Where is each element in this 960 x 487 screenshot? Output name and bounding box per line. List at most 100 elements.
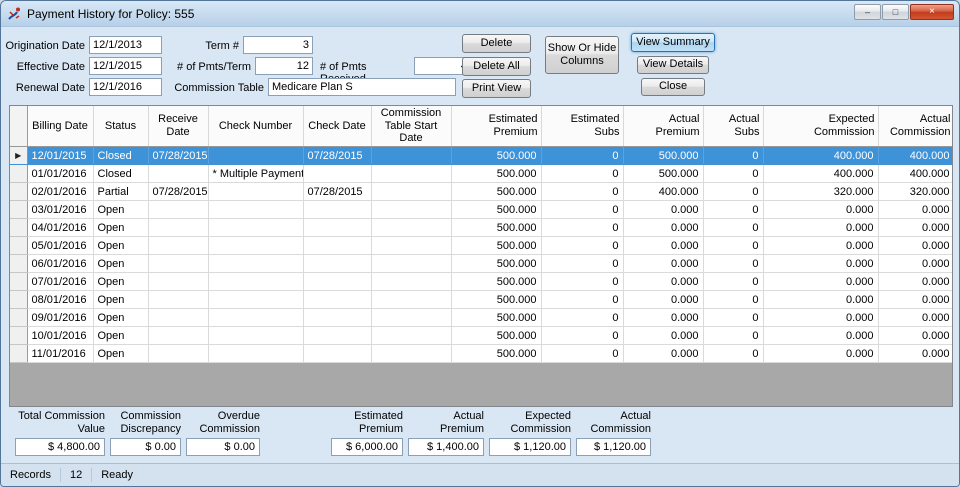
grid-cell[interactable]: [208, 219, 303, 237]
summary-value[interactable]: [408, 438, 484, 456]
grid-cell[interactable]: [208, 237, 303, 255]
grid-cell[interactable]: 09/01/2016: [27, 309, 93, 327]
grid-row[interactable]: 02/01/2016Partial07/28/201507/28/2015500…: [10, 183, 953, 201]
grid-cell[interactable]: [303, 255, 371, 273]
grid-cell[interactable]: [208, 291, 303, 309]
grid-cell[interactable]: 02/01/2016: [27, 183, 93, 201]
summary-value[interactable]: [576, 438, 651, 456]
grid-cell[interactable]: [148, 291, 208, 309]
grid-cell[interactable]: 0.000: [623, 219, 703, 237]
grid-cell[interactable]: 0.000: [763, 273, 878, 291]
grid-cell[interactable]: Open: [93, 345, 148, 363]
grid-cell[interactable]: 400.000: [878, 165, 953, 183]
grid-cell[interactable]: 320.000: [763, 183, 878, 201]
grid-cell[interactable]: [371, 183, 451, 201]
grid-cell[interactable]: 0.000: [623, 255, 703, 273]
grid-cell[interactable]: Open: [93, 327, 148, 345]
grid-cell[interactable]: [148, 327, 208, 345]
grid-column-header[interactable]: Billing Date: [27, 106, 93, 147]
grid-cell[interactable]: 03/01/2016: [27, 201, 93, 219]
grid-cell[interactable]: 12/01/2015: [27, 147, 93, 165]
grid-cell[interactable]: 07/28/2015: [148, 183, 208, 201]
grid-cell[interactable]: 10/01/2016: [27, 327, 93, 345]
grid-cell[interactable]: 0: [703, 219, 763, 237]
grid-cell[interactable]: 500.000: [451, 183, 541, 201]
grid-cell[interactable]: [303, 345, 371, 363]
grid-cell[interactable]: Open: [93, 255, 148, 273]
grid-cell[interactable]: Open: [93, 201, 148, 219]
grid-cell[interactable]: 11/01/2016: [27, 345, 93, 363]
grid-cell[interactable]: 0.000: [623, 327, 703, 345]
grid-cell[interactable]: 500.000: [451, 201, 541, 219]
close-icon[interactable]: ×: [910, 4, 954, 20]
grid-row[interactable]: 04/01/2016Open500.00000.00000.0000.000: [10, 219, 953, 237]
grid-cell[interactable]: 500.000: [451, 327, 541, 345]
grid-cell[interactable]: 0: [541, 291, 623, 309]
grid-row[interactable]: 08/01/2016Open500.00000.00000.0000.000: [10, 291, 953, 309]
grid-column-header[interactable]: Commission Table Start Date: [371, 106, 451, 147]
grid-cell[interactable]: 500.000: [451, 273, 541, 291]
grid-cell[interactable]: 0: [703, 183, 763, 201]
grid-cell[interactable]: 0: [541, 309, 623, 327]
grid-cell[interactable]: 0: [541, 273, 623, 291]
grid-cell[interactable]: 500.000: [451, 165, 541, 183]
grid-cell[interactable]: 0: [541, 255, 623, 273]
grid-column-header[interactable]: Estimated Subs: [541, 106, 623, 147]
print-view-button[interactable]: Print View: [462, 79, 531, 98]
grid-cell[interactable]: 0.000: [878, 273, 953, 291]
grid-cell[interactable]: 0: [541, 201, 623, 219]
term-field[interactable]: [243, 36, 313, 54]
grid-cell[interactable]: 500.000: [451, 255, 541, 273]
grid-cell[interactable]: 06/01/2016: [27, 255, 93, 273]
grid-cell[interactable]: 0.000: [878, 345, 953, 363]
grid-cell[interactable]: 0.000: [623, 309, 703, 327]
grid-cell[interactable]: [303, 201, 371, 219]
view-summary-button[interactable]: View Summary: [631, 33, 715, 52]
grid-cell[interactable]: Open: [93, 219, 148, 237]
grid-cell[interactable]: 05/01/2016: [27, 237, 93, 255]
grid-cell[interactable]: Open: [93, 237, 148, 255]
row-selector[interactable]: [10, 183, 27, 201]
grid-cell[interactable]: 0: [703, 255, 763, 273]
commission-table-field[interactable]: [268, 78, 456, 96]
grid-cell[interactable]: 0.000: [878, 255, 953, 273]
grid-cell[interactable]: [208, 147, 303, 165]
grid-cell[interactable]: 0.000: [878, 219, 953, 237]
grid-cell[interactable]: 0.000: [763, 327, 878, 345]
renewal-date-field[interactable]: [89, 78, 162, 96]
row-selector[interactable]: [10, 273, 27, 291]
grid-cell[interactable]: [148, 273, 208, 291]
row-selector[interactable]: [10, 237, 27, 255]
grid-cell[interactable]: 0.000: [763, 201, 878, 219]
grid-column-header[interactable]: Estimated Premium: [451, 106, 541, 147]
grid-cell[interactable]: 0.000: [623, 201, 703, 219]
grid-cell[interactable]: [148, 237, 208, 255]
delete-button[interactable]: Delete: [462, 34, 531, 53]
grid-cell[interactable]: * Multiple Payments *: [208, 165, 303, 183]
show-hide-columns-button[interactable]: Show Or Hide Columns: [545, 36, 619, 74]
grid-cell[interactable]: [208, 255, 303, 273]
grid-cell[interactable]: 01/01/2016: [27, 165, 93, 183]
grid-cell[interactable]: [371, 291, 451, 309]
grid-cell[interactable]: 07/01/2016: [27, 273, 93, 291]
row-selector[interactable]: [10, 291, 27, 309]
grid-cell[interactable]: [303, 165, 371, 183]
grid-cell[interactable]: 0: [703, 147, 763, 165]
row-selector[interactable]: [10, 219, 27, 237]
grid-cell[interactable]: [148, 165, 208, 183]
grid-cell[interactable]: [148, 309, 208, 327]
grid-row[interactable]: 06/01/2016Open500.00000.00000.0000.000: [10, 255, 953, 273]
grid-column-header[interactable]: Status: [93, 106, 148, 147]
grid-cell[interactable]: [148, 219, 208, 237]
grid-column-header[interactable]: Expected Commission: [763, 106, 878, 147]
grid-cell[interactable]: [303, 273, 371, 291]
grid-cell[interactable]: 0.000: [878, 291, 953, 309]
grid-cell[interactable]: [371, 327, 451, 345]
row-selector[interactable]: [10, 201, 27, 219]
summary-value[interactable]: [489, 438, 571, 456]
grid-cell[interactable]: 500.000: [451, 291, 541, 309]
grid-cell[interactable]: 0: [541, 147, 623, 165]
grid-cell[interactable]: 0: [541, 219, 623, 237]
row-selector[interactable]: [10, 327, 27, 345]
grid-cell[interactable]: [208, 309, 303, 327]
